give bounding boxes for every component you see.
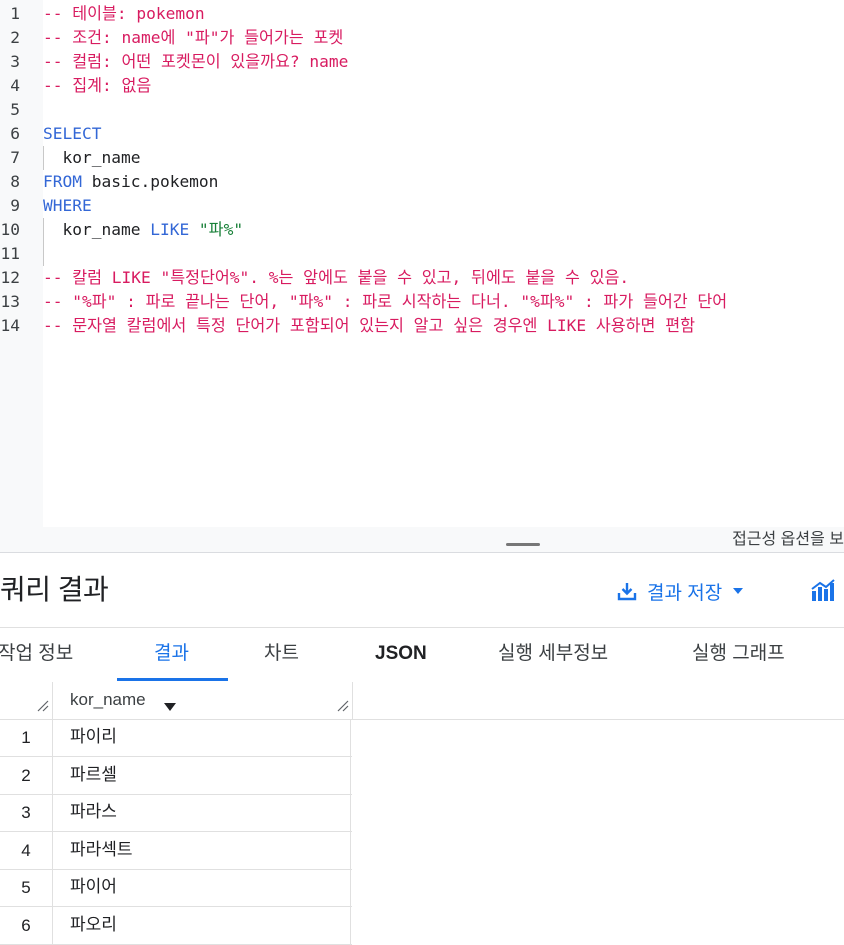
table-row[interactable]: 5 파이어 — [0, 869, 352, 907]
code-token: kor_name — [43, 148, 141, 167]
code-text: kor_name — [43, 146, 140, 170]
cell-kor-name[interactable]: 파이어 — [53, 869, 351, 906]
save-results-label: 결과 저장 — [647, 582, 723, 604]
code-text: -- 칼럼 LIKE "특정단어%". %는 앞에도 붙을 수 있고, 뒤에도 … — [43, 266, 629, 290]
tab-job-info[interactable]: 작업 정보 — [0, 628, 73, 682]
row-number: 2 — [0, 756, 53, 794]
tab-json[interactable]: JSON — [375, 628, 427, 682]
results-tabs: 작업 정보 결과 차트 JSON 실행 세부정보 실행 그래프 — [0, 627, 844, 683]
code-token: -- 집계: 없음 — [43, 76, 152, 95]
code-line[interactable]: 8 FROM basic.pokemon — [0, 170, 844, 194]
code-line[interactable]: 11 — [0, 242, 844, 266]
line-number: 11 — [0, 244, 21, 263]
download-icon — [617, 581, 637, 601]
row-number: 4 — [0, 831, 53, 869]
code-line[interactable]: 2 -- 조건: name에 "파"가 들어가는 포켓 — [0, 26, 844, 50]
code-line[interactable]: 6 SELECT — [0, 122, 844, 146]
tab-execution-details[interactable]: 실행 세부정보 — [498, 628, 608, 682]
code-text: -- 집계: 없음 — [43, 74, 151, 98]
code-text: -- 조건: name에 "파"가 들어가는 포켓 — [43, 26, 343, 50]
row-number-header — [0, 682, 53, 719]
save-results-button[interactable]: 결과 저장 — [617, 577, 744, 605]
code-token: WHERE — [43, 196, 92, 215]
row-number: 1 — [0, 719, 53, 756]
code-line[interactable]: 10 kor_name LIKE "파%" — [0, 218, 844, 242]
cell-kor-name[interactable]: 파르셀 — [53, 756, 351, 794]
chart-icon — [810, 579, 836, 605]
code-token: LIKE — [150, 220, 190, 239]
table-row[interactable]: 2 파르셀 — [0, 756, 352, 795]
code-line[interactable]: 5 — [0, 98, 844, 122]
code-token: basic.pokemon — [81, 172, 219, 191]
line-number: 3 — [10, 52, 20, 71]
line-number: 2 — [10, 28, 20, 47]
code-token: -- 컬럼: 어떤 포켓몬이 있을까요? name — [43, 52, 349, 71]
code-line[interactable]: 1 -- 테이블: pokemon — [0, 2, 844, 26]
line-number: 4 — [10, 76, 20, 95]
code-line[interactable]: 7 kor_name — [0, 146, 844, 170]
line-number: 13 — [0, 292, 21, 311]
code-token: SELECT — [43, 124, 102, 143]
line-number: 1 — [10, 4, 20, 23]
accessibility-hint[interactable]: 접근성 옵션을 보 — [732, 527, 844, 552]
cell-kor-name[interactable]: 파오리 — [53, 906, 351, 944]
code-text: -- "%파" : 파로 끝나는 단어, "파%" : 파로 시작하는 다너. … — [43, 290, 727, 314]
code-token: -- 조건: name에 "파"가 들어가는 포켓 — [43, 28, 344, 47]
code-token: -- "%파" : 파로 끝나는 단어, "파%" : 파로 시작하는 다너. … — [43, 292, 728, 311]
table-row[interactable]: 3 파라스 — [0, 794, 352, 832]
results-title: 쿼리 결과 — [0, 574, 109, 605]
chevron-down-icon — [732, 587, 744, 595]
line-number: 5 — [10, 100, 20, 119]
panel-divider — [0, 552, 844, 553]
cell-kor-name[interactable]: 파라스 — [53, 794, 351, 831]
code-line[interactable]: 4 -- 집계: 없음 — [0, 74, 844, 98]
code-token: -- 테이블: pokemon — [43, 4, 205, 23]
line-number: 9 — [10, 196, 20, 215]
column-header-label: kor_name — [70, 690, 146, 709]
row-number: 5 — [0, 869, 53, 906]
row-number: 3 — [0, 794, 53, 831]
tab-chart[interactable]: 차트 — [264, 628, 299, 682]
line-number: 6 — [10, 124, 20, 143]
table-row[interactable]: 4 파라섹트 — [0, 831, 352, 870]
resize-drag-handle[interactable] — [506, 543, 540, 546]
line-number: 14 — [0, 316, 21, 335]
code-line[interactable]: 12 -- 칼럼 LIKE "특정단어%". %는 앞에도 붙을 수 있고, 뒤에… — [0, 266, 844, 290]
column-header-kor-name[interactable]: kor_name — [53, 682, 353, 719]
code-text: SELECT — [43, 122, 101, 146]
cell-kor-name[interactable]: 파라섹트 — [53, 831, 351, 869]
line-number: 8 — [10, 172, 20, 191]
sort-down-icon[interactable] — [164, 696, 176, 715]
row-number: 6 — [0, 906, 53, 944]
code-text: -- 테이블: pokemon — [43, 2, 205, 26]
code-text: WHERE — [43, 194, 92, 218]
code-token: -- 칼럼 LIKE "특정단어%". %는 앞에도 붙을 수 있고, 뒤에도 … — [43, 268, 630, 287]
cell-kor-name[interactable]: 파이리 — [53, 719, 351, 756]
active-tab-indicator — [117, 678, 228, 681]
line-number: 7 — [10, 148, 20, 167]
code-token: "파%" — [189, 220, 244, 239]
code-text: FROM basic.pokemon — [43, 170, 218, 194]
tab-results[interactable]: 결과 — [154, 628, 189, 682]
code-text: kor_name LIKE "파%" — [43, 218, 243, 242]
table-row[interactable]: 1 파이리 — [0, 719, 352, 757]
code-line[interactable]: 13 -- "%파" : 파로 끝나는 단어, "파%" : 파로 시작하는 다너… — [0, 290, 844, 314]
tab-execution-graph[interactable]: 실행 그래프 — [692, 628, 785, 682]
resize-handle-icon[interactable] — [37, 697, 49, 716]
explore-chart-button[interactable] — [810, 579, 836, 605]
sql-editor[interactable]: 1 -- 테이블: pokemon 2 -- 조건: name에 "파"가 들어가는 … — [0, 0, 844, 552]
code-line[interactable]: 14 -- 문자열 칼럼에서 특정 단어가 포함되어 있는지 알고 싶은 경우엔 … — [0, 314, 844, 338]
code-line[interactable]: 9 WHERE — [0, 194, 844, 218]
code-token: -- 문자열 칼럼에서 특정 단어가 포함되어 있는지 알고 싶은 경우엔 LI… — [43, 316, 695, 335]
code-token: kor_name — [43, 220, 151, 239]
resize-handle-icon[interactable] — [337, 697, 349, 716]
code-text: -- 컬럼: 어떤 포켓몬이 있을까요? name — [43, 50, 348, 74]
code-line[interactable]: 3 -- 컬럼: 어떤 포켓몬이 있을까요? name — [0, 50, 844, 74]
table-header: kor_name — [0, 682, 844, 720]
table-row[interactable]: 6 파오리 — [0, 906, 352, 945]
code-text: -- 문자열 칼럼에서 특정 단어가 포함되어 있는지 알고 싶은 경우엔 LI… — [43, 314, 695, 338]
line-number: 10 — [0, 220, 21, 239]
line-number: 12 — [0, 268, 21, 287]
code-token: FROM — [43, 172, 82, 191]
